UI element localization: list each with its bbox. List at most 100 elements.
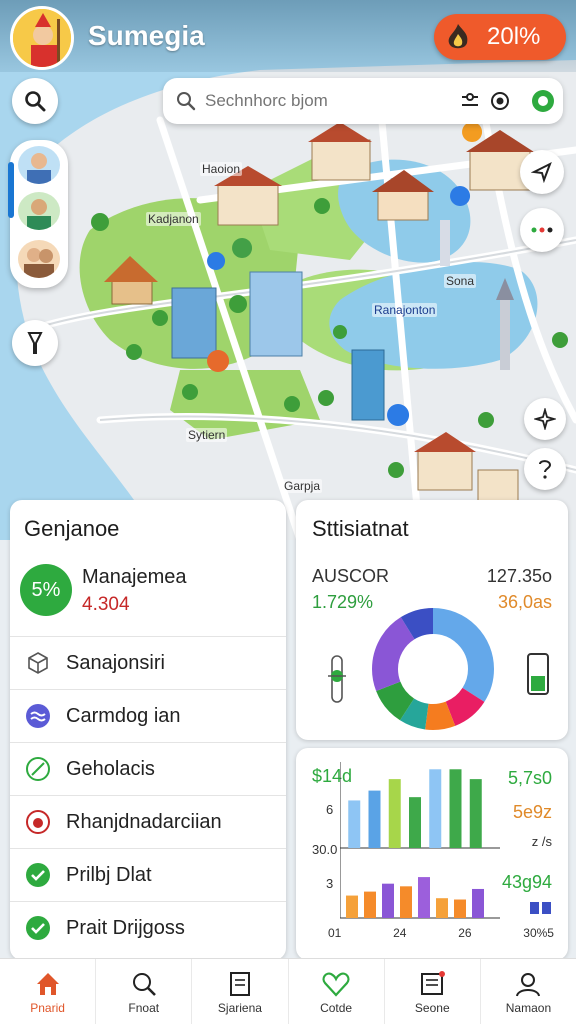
active-indicator xyxy=(8,162,14,218)
layers-button[interactable] xyxy=(523,81,563,121)
x-tick-label: 26 xyxy=(458,926,472,940)
list-item[interactable]: Sanajonsiri xyxy=(10,636,286,689)
donut-chart xyxy=(372,608,494,730)
chart-value: 43g94 xyxy=(501,872,552,892)
filter-icon xyxy=(462,93,478,106)
score-badge[interactable]: 20l% xyxy=(434,14,566,60)
compass-button[interactable] xyxy=(524,398,566,440)
person-icon xyxy=(18,240,60,278)
wave-icon xyxy=(24,702,52,730)
tool-button[interactable] xyxy=(12,320,58,366)
cube-icon xyxy=(24,649,52,677)
check-circle-icon xyxy=(24,861,52,889)
map-label: Ranajonton xyxy=(372,303,438,317)
stat-value: 36,0as xyxy=(497,592,552,612)
location-button[interactable] xyxy=(520,150,564,194)
app-title: Sumegia xyxy=(88,20,205,51)
nav-item-profile[interactable]: Namaon xyxy=(481,959,576,1024)
flame-icon xyxy=(448,24,468,49)
nav-item-favorites[interactable]: Cotde xyxy=(289,959,385,1024)
list-item-label: Geholacis xyxy=(66,757,155,780)
friend-avatar[interactable] xyxy=(18,146,60,184)
statistics-panel: Sttisiatnat AUSCOR 127.35o 1.729% 36,0as xyxy=(296,500,568,740)
bar-charts-panel: $14d 5,7s0 6 5e9z z /s 30.0 3 43g94 01 2… xyxy=(296,748,568,960)
user-icon xyxy=(516,972,541,996)
tool-icon xyxy=(27,332,43,354)
search-tag-icon xyxy=(132,972,156,996)
stat-label: AUSCOR xyxy=(312,566,390,586)
thermometer-icon xyxy=(328,655,346,703)
map-label: Sona xyxy=(444,274,477,288)
friend-avatar[interactable] xyxy=(18,192,60,230)
help-button[interactable] xyxy=(524,448,566,490)
progress-value: 4.304 xyxy=(82,594,130,615)
map-label: Haoion xyxy=(200,162,243,176)
x-tick-label: 24 xyxy=(393,926,407,940)
list-item[interactable]: Prilbj Dlat xyxy=(10,848,286,901)
check-circle-icon xyxy=(24,914,52,942)
question-icon xyxy=(539,460,552,479)
document-icon xyxy=(229,971,250,996)
record-icon xyxy=(491,92,509,110)
panel-title: Sttisiatnat xyxy=(312,516,409,541)
nav-item-find[interactable]: Fnoat xyxy=(96,959,193,1024)
compass-icon xyxy=(534,408,556,430)
list-item[interactable]: Prait Drijgoss xyxy=(10,901,286,954)
bar-chart xyxy=(340,762,500,919)
overview-panel: Genjanoe 5% Manajemea 4.304 Sanajonsiri … xyxy=(10,500,286,960)
report-icon xyxy=(421,970,446,995)
map-label: Kadjanon xyxy=(146,212,201,226)
list-item[interactable]: Carmdog ian xyxy=(10,689,286,742)
bar xyxy=(472,888,484,918)
bar xyxy=(346,895,358,918)
animal-icon xyxy=(24,808,52,836)
person-icon xyxy=(18,192,60,230)
chart-value: z /s xyxy=(531,834,552,849)
bar xyxy=(400,886,412,918)
legend-icon xyxy=(530,902,551,914)
list-item[interactable]: Geholacis xyxy=(10,742,286,795)
bar xyxy=(436,898,448,918)
dots-icon xyxy=(531,227,553,233)
record-button[interactable] xyxy=(485,86,515,116)
person-icon xyxy=(18,146,60,184)
search-input[interactable] xyxy=(205,91,455,111)
home-icon xyxy=(36,972,59,995)
list-item-label: Rhanjdnadarciian xyxy=(66,810,222,833)
bar xyxy=(348,800,361,848)
search-bar xyxy=(163,78,563,124)
nav-item-reports[interactable]: Seone xyxy=(385,959,481,1024)
bar xyxy=(418,877,430,918)
bar xyxy=(449,769,462,848)
bar xyxy=(454,899,466,918)
nav-item-home[interactable]: Pnarid xyxy=(0,959,97,1024)
progress-badge: 5% xyxy=(20,564,72,616)
globe-icon xyxy=(532,90,554,112)
list-item[interactable]: Rhanjdnadarciian xyxy=(10,795,286,848)
nav-item-document[interactable]: Sjariena xyxy=(192,959,289,1024)
stat-value: 127.35o xyxy=(486,566,552,586)
nav-label: Cotde xyxy=(320,1000,353,1015)
nav-label: Fnoat xyxy=(128,1000,160,1015)
axis-label: 6 xyxy=(326,802,334,817)
battery-icon xyxy=(527,653,549,695)
bar xyxy=(368,790,381,848)
list-item-label: Carmdog ian xyxy=(66,704,181,727)
app-avatar[interactable] xyxy=(10,6,74,70)
friends-list xyxy=(8,140,68,288)
map-label: Garpja xyxy=(282,479,323,493)
heart-icon xyxy=(322,972,350,997)
filter-button[interactable] xyxy=(455,86,485,116)
axis-label: 3 xyxy=(326,876,334,891)
search-icon xyxy=(177,92,196,111)
bar xyxy=(364,891,376,918)
friend-avatar[interactable] xyxy=(18,240,60,278)
bar xyxy=(469,779,482,848)
list-item-label: Sanajonsiri xyxy=(66,651,165,674)
bottom-navigation: Pnarid Fnoat Sjariena Cotde Seone Namaon xyxy=(0,958,576,1024)
score-value: 20l% xyxy=(487,23,541,50)
search-icon xyxy=(25,91,46,112)
x-axis-labels: 01 24 26 30%5 xyxy=(328,926,554,940)
more-button[interactable] xyxy=(520,208,564,252)
search-button[interactable] xyxy=(12,78,58,124)
